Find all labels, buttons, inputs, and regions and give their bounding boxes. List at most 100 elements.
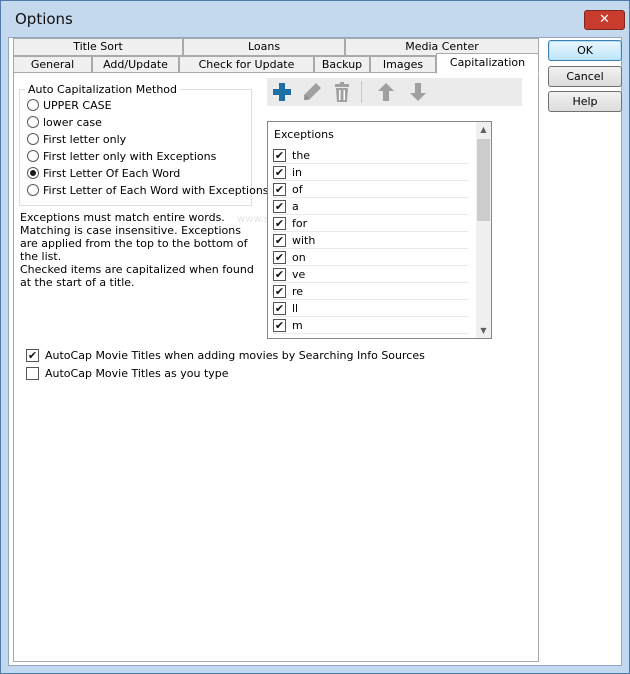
radio-button[interactable] xyxy=(27,99,39,111)
checkbox[interactable]: ✔ xyxy=(273,199,286,213)
radio-label: lower case xyxy=(43,115,102,129)
edit-pencil-icon xyxy=(304,83,321,100)
tab-backup[interactable]: Backup xyxy=(314,56,370,73)
close-button[interactable]: ✕ xyxy=(584,10,625,30)
tab-label: Check for Update xyxy=(198,58,295,71)
help-button[interactable]: Help xyxy=(548,91,622,112)
tab-title-sort[interactable]: Title Sort xyxy=(13,38,183,56)
autocap-type-checkbox[interactable] xyxy=(26,366,39,380)
checkbox[interactable]: ✔ xyxy=(273,301,286,315)
list-item[interactable]: ✔ ll xyxy=(273,300,468,317)
exception-word: the xyxy=(292,148,311,162)
exception-word: in xyxy=(292,165,303,179)
cancel-button[interactable]: Cancel xyxy=(548,66,622,87)
list-item[interactable]: ✔ a xyxy=(273,198,468,215)
radio-upper-case[interactable]: UPPER CASE xyxy=(27,97,112,113)
autocap-search-checkbox[interactable]: ✔ xyxy=(26,348,39,362)
radio-button-selected[interactable] xyxy=(27,167,39,179)
edit-exception-button[interactable] xyxy=(299,80,325,104)
move-up-button[interactable] xyxy=(373,80,399,104)
list-item[interactable]: ✔ of xyxy=(273,181,468,198)
tab-images[interactable]: Images xyxy=(370,56,436,73)
list-item[interactable]: ✔ in xyxy=(273,164,468,181)
checkbox[interactable]: ✔ xyxy=(273,165,286,179)
options-window: Options ✕ Title Sort Loans Media Center … xyxy=(0,0,630,674)
window-title: Options xyxy=(15,10,73,28)
autocap-type-label: AutoCap Movie Titles as you type xyxy=(45,366,229,380)
tab-label: Capitalization xyxy=(449,56,526,69)
radio-label: First Letter Of Each Word xyxy=(43,166,181,180)
autocap-type-option[interactable]: AutoCap Movie Titles as you type xyxy=(26,365,229,381)
tab-label: Images xyxy=(382,58,424,71)
vertical-scrollbar[interactable]: ▲ ▼ xyxy=(476,122,491,338)
tab-loans[interactable]: Loans xyxy=(183,38,345,56)
checkbox[interactable]: ✔ xyxy=(273,182,286,196)
add-exception-button[interactable] xyxy=(269,80,295,104)
close-icon: ✕ xyxy=(599,12,610,27)
tab-label: Backup xyxy=(321,58,363,71)
list-item[interactable]: ✔ with xyxy=(273,232,468,249)
delete-exception-button[interactable] xyxy=(329,80,355,104)
exceptions-info-text: Exceptions must match entire words. Matc… xyxy=(20,211,258,289)
info-line: Exceptions must match entire words. xyxy=(20,211,225,224)
list-item[interactable]: ✔ for xyxy=(273,215,468,232)
autocap-search-option[interactable]: ✔ AutoCap Movie Titles when adding movie… xyxy=(26,347,425,363)
radio-lower-case[interactable]: lower case xyxy=(27,114,102,130)
tab-check-for-update[interactable]: Check for Update xyxy=(179,56,314,73)
list-item[interactable]: ✔ the xyxy=(273,147,468,164)
tab-label: Media Center xyxy=(405,40,479,53)
autocap-search-label: AutoCap Movie Titles when adding movies … xyxy=(45,348,425,362)
list-item[interactable]: ✔ ve xyxy=(273,266,468,283)
ok-button[interactable]: OK xyxy=(548,40,622,61)
exceptions-toolbar xyxy=(267,78,522,106)
checkbox[interactable]: ✔ xyxy=(273,250,286,264)
radio-label: First letter only xyxy=(43,132,127,146)
checkbox[interactable]: ✔ xyxy=(273,284,286,298)
radio-button[interactable] xyxy=(27,184,39,196)
radio-button[interactable] xyxy=(27,150,39,162)
radio-first-letter-only[interactable]: First letter only xyxy=(27,131,126,147)
radio-button[interactable] xyxy=(27,116,39,128)
exception-word: with xyxy=(292,233,316,247)
radio-first-letter-of-each-word-with-exceptions[interactable]: First Letter of Each Word with Exception… xyxy=(27,182,269,198)
scroll-thumb[interactable] xyxy=(477,139,490,221)
exception-word: re xyxy=(292,284,304,298)
tab-capitalization[interactable]: Capitalization xyxy=(436,53,539,74)
title-bar[interactable]: Options ✕ xyxy=(1,1,629,37)
checkbox[interactable]: ✔ xyxy=(273,267,286,281)
radio-button[interactable] xyxy=(27,133,39,145)
delete-trash-icon xyxy=(335,82,349,102)
checkbox[interactable]: ✔ xyxy=(273,233,286,247)
exceptions-list[interactable]: Exceptions ✔ the ✔ in ✔ of ✔ a ✔ for ✔ with ✔ o… xyxy=(267,121,492,339)
exception-word: for xyxy=(292,216,308,230)
toolbar-separator xyxy=(361,81,362,103)
checkbox[interactable]: ✔ xyxy=(273,216,286,230)
tab-add-update[interactable]: Add/Update xyxy=(92,56,179,73)
move-up-icon xyxy=(378,83,394,101)
client-area: Title Sort Loans Media Center General Ad… xyxy=(8,37,622,666)
radio-first-letter-only-with-exceptions[interactable]: First letter only with Exceptions xyxy=(27,148,216,164)
tab-label: General xyxy=(30,58,75,71)
tab-general[interactable]: General xyxy=(13,56,92,73)
exception-word: on xyxy=(292,250,306,264)
move-down-button[interactable] xyxy=(405,80,431,104)
list-item[interactable]: ✔ m xyxy=(273,317,468,334)
list-item[interactable]: ✔ on xyxy=(273,249,468,266)
group-label: Auto Capitalization Method xyxy=(25,83,180,96)
tab-label: Loans xyxy=(247,40,281,53)
exception-word: of xyxy=(292,182,303,196)
list-item[interactable]: ✔ re xyxy=(273,283,468,300)
move-down-icon xyxy=(410,83,426,101)
add-icon xyxy=(273,83,291,101)
tab-label: Title Sort xyxy=(73,40,123,53)
checkbox[interactable]: ✔ xyxy=(273,148,286,162)
exception-word: m xyxy=(292,318,303,332)
radio-label: UPPER CASE xyxy=(43,98,112,112)
radio-label: First Letter of Each Word with Exception… xyxy=(43,183,269,197)
radio-first-letter-of-each-word[interactable]: First Letter Of Each Word xyxy=(27,165,180,181)
scroll-down-icon[interactable]: ▼ xyxy=(476,323,491,338)
scroll-up-icon[interactable]: ▲ xyxy=(476,122,491,137)
checkbox[interactable]: ✔ xyxy=(273,318,286,332)
exceptions-header: Exceptions xyxy=(274,128,334,141)
tab-label: Add/Update xyxy=(103,58,168,71)
